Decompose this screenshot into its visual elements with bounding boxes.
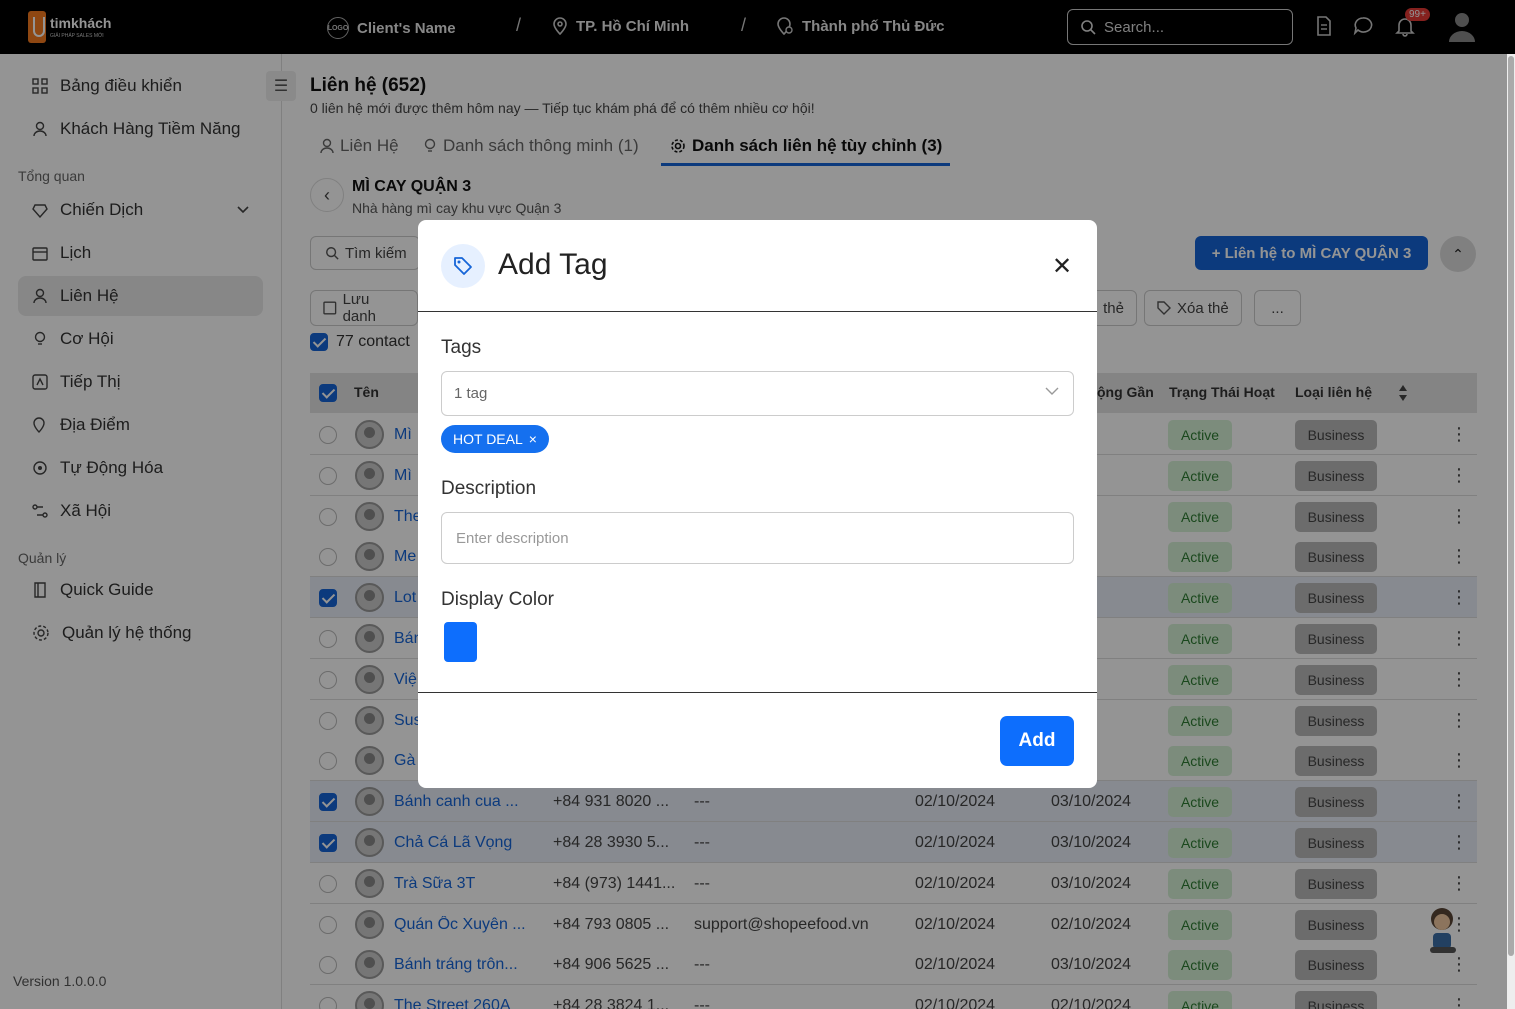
description-input[interactable] bbox=[441, 512, 1074, 564]
remove-chip-icon[interactable]: × bbox=[529, 431, 537, 447]
dialog-header: Add Tag ✕ bbox=[418, 220, 1097, 312]
color-swatch[interactable] bbox=[444, 622, 477, 662]
add-button[interactable]: Add bbox=[1000, 716, 1074, 766]
page-scrollbar[interactable] bbox=[1507, 54, 1515, 1009]
chevron-down-icon bbox=[1045, 387, 1059, 395]
tag-chip: HOT DEAL × bbox=[441, 425, 549, 453]
dialog-footer-divider bbox=[418, 692, 1097, 693]
tag-chip-label: HOT DEAL bbox=[453, 431, 523, 447]
tags-select[interactable]: 1 tag bbox=[441, 371, 1074, 416]
tag-icon bbox=[441, 244, 485, 288]
tags-select-value: 1 tag bbox=[454, 385, 488, 402]
close-icon[interactable]: ✕ bbox=[1052, 252, 1072, 281]
tags-label: Tags bbox=[441, 337, 482, 358]
description-label: Description bbox=[441, 478, 537, 499]
scrollbar-thumb[interactable] bbox=[1508, 56, 1514, 956]
dialog-title: Add Tag bbox=[498, 248, 608, 281]
add-tag-dialog: Add Tag ✕ Tags 1 tag HOT DEAL × Descript… bbox=[418, 220, 1097, 788]
display-color-label: Display Color bbox=[441, 589, 554, 610]
